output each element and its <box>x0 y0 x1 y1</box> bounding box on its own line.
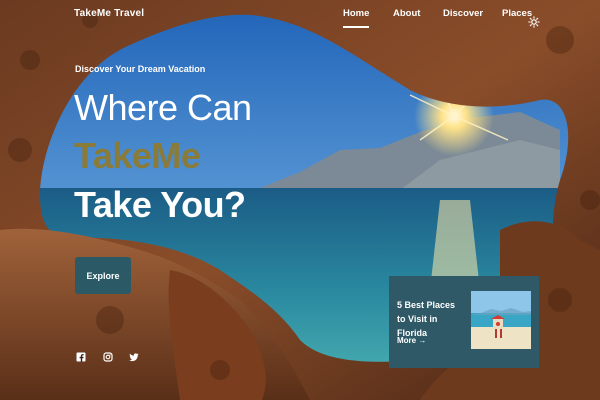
explore-button[interactable]: Explore <box>75 257 131 294</box>
hero-heading-line-3: Take You? <box>74 184 246 225</box>
facebook-icon[interactable] <box>76 352 86 362</box>
arrow-right-icon: → <box>418 336 427 345</box>
hero-heading-line-2: TakeMe <box>74 135 201 176</box>
beach-photo[interactable] <box>471 291 531 349</box>
sun-icon[interactable] <box>528 16 540 28</box>
nav-discover[interactable]: Discover <box>443 8 483 19</box>
hero-heading-line-1: Where Can <box>74 87 252 128</box>
nav-home[interactable]: Home <box>343 8 370 28</box>
main-nav: Home About Discover Places <box>0 8 600 28</box>
card-more-link[interactable]: More → <box>397 336 426 345</box>
featured-article-card[interactable]: 5 Best Places to Visit in Florida More → <box>389 276 539 368</box>
instagram-icon[interactable] <box>103 352 113 362</box>
nav-about[interactable]: About <box>393 8 420 19</box>
card-title[interactable]: 5 Best Places to Visit in Florida <box>397 298 463 340</box>
card-more-label: More <box>397 336 417 345</box>
twitter-icon[interactable] <box>129 352 139 362</box>
hero-tagline: Discover Your Dream Vacation <box>75 64 206 74</box>
